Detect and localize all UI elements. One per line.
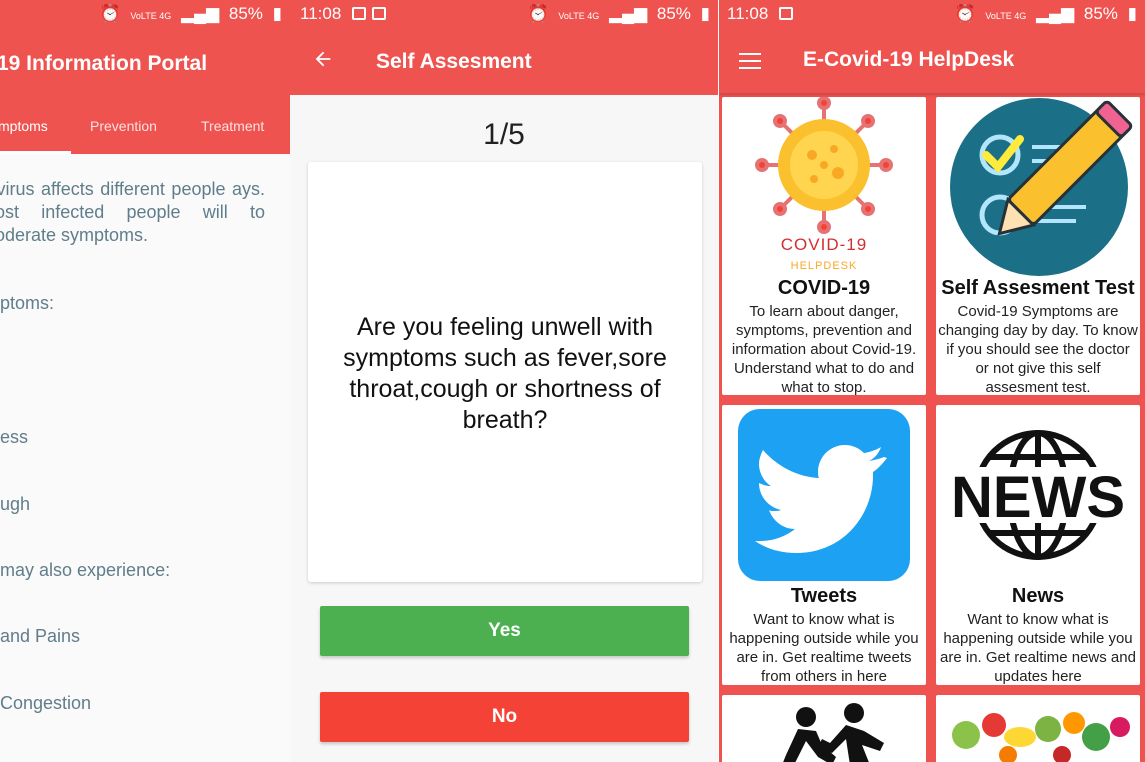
twitter-icon — [738, 409, 910, 581]
status-bar: 11:08 ⏰ VoLTE 4G ▂▄▆ 85% ▮ — [290, 0, 718, 30]
virus-icon — [755, 97, 893, 234]
runners-icon — [783, 703, 884, 762]
no-button[interactable]: No — [320, 692, 689, 742]
self-assessment-card[interactable]: Self Assesment Test Covid-19 Symptoms ar… — [936, 97, 1140, 395]
status-time: 11:08 — [300, 4, 342, 23]
status-bar: 11:08 ⏰ VoLTE 4G ▂▄▆ 85% ▮ — [719, 0, 1145, 30]
exercise-card[interactable] — [722, 695, 926, 762]
status-time: 11:08 — [727, 4, 769, 23]
tab-bar: mptoms Prevention Treatment — [0, 114, 290, 154]
helpdesk-home-screen: 11:08 ⏰ VoLTE 4G ▂▄▆ 85% ▮ E-Covid-19 He… — [719, 0, 1145, 762]
intro-paragraph: 9 virus affects different people ays. Mo… — [0, 179, 265, 245]
app-bar: E-Covid-19 HelpDesk — [719, 30, 1145, 93]
card-title: COVID-19 — [777, 277, 871, 299]
page-title: E-Covid-19 HelpDesk — [803, 48, 1015, 71]
covid-logo-text: COVID-19 — [780, 235, 868, 254]
symptom-item: ess — [0, 427, 29, 447]
symptoms-content: 9 virus affects different people ays. Mo… — [0, 154, 290, 762]
nutrition-card[interactable] — [936, 695, 1140, 762]
battery-icon: ▮ — [272, 4, 282, 23]
image-notification-icon — [352, 7, 366, 20]
symptom-item: Congestion — [0, 693, 92, 713]
information-portal-screen: ⏰ VoLTE 4G ▂▄▆ 85% ▮ -19 Information Por… — [0, 0, 290, 762]
battery-icon: ▮ — [1127, 4, 1137, 23]
battery-percent: 85% — [656, 4, 691, 23]
symptom-item: and Pains — [0, 626, 81, 646]
signal-icon: ▂▄▆ — [608, 4, 648, 23]
signal-icon: ▂▄▆ — [180, 4, 220, 23]
network-indicator: VoLTE 4G — [130, 11, 172, 21]
tweets-card[interactable]: Tweets Want to know what is happening ou… — [722, 405, 926, 685]
battery-percent: 85% — [1083, 4, 1118, 23]
tab-symptoms[interactable]: mptoms — [0, 118, 48, 134]
message-notification-icon — [372, 7, 386, 20]
battery-percent: 85% — [228, 4, 263, 23]
status-right: ⏰ VoLTE 4G ▂▄▆ 85% ▮ — [522, 4, 710, 24]
card-description: To learn about danger, symptoms, prevent… — [731, 303, 917, 395]
network-indicator: VoLTE 4G — [558, 11, 600, 21]
card-title: Tweets — [790, 585, 858, 607]
other-symptoms-heading: may also experience: — [0, 560, 171, 580]
card-title: Self Assesment Test — [941, 277, 1135, 299]
question-counter: 1/5 — [483, 118, 525, 151]
battery-icon: ▮ — [700, 4, 710, 23]
status-right: ⏰ VoLTE 4G ▂▄▆ 85% ▮ — [94, 4, 282, 24]
notification-icons — [779, 7, 799, 27]
news-card[interactable]: NEWS News Want to know what is happening… — [936, 405, 1140, 685]
covid-info-card[interactable]: COVID-19 HELPDESK COVID-19 To learn abou… — [722, 97, 926, 395]
question-card: Are you feeling unwell with symptoms suc… — [308, 162, 702, 582]
question-text: Are you feeling unwell with symptoms suc… — [343, 313, 667, 434]
notification-icons — [352, 7, 392, 27]
tab-prevention[interactable]: Prevention — [90, 118, 157, 134]
yes-button[interactable]: Yes — [320, 606, 689, 656]
self-assessment-screen: 11:08 ⏰ VoLTE 4G ▂▄▆ 85% ▮ Self Assesmen… — [290, 0, 718, 762]
status-bar: ⏰ VoLTE 4G ▂▄▆ 85% ▮ — [0, 0, 290, 30]
page-title: Self Assesment — [376, 50, 532, 73]
symptoms-heading: ptoms: — [0, 293, 55, 313]
network-indicator: VoLTE 4G — [985, 11, 1027, 21]
message-notification-icon — [779, 7, 793, 20]
tab-treatment[interactable]: Treatment — [201, 118, 264, 134]
back-arrow-icon[interactable] — [312, 48, 334, 70]
page-title: -19 Information Portal — [0, 52, 208, 75]
helpdesk-logo-text: HELPDESK — [790, 260, 858, 272]
news-logo-text: NEWS — [951, 465, 1125, 530]
alarm-icon: ⏰ — [99, 4, 121, 23]
app-bar: -19 Information Portal mptoms Prevention… — [0, 30, 290, 154]
card-title: News — [1011, 585, 1065, 607]
fruits-vegetables-icon — [952, 712, 1130, 762]
checklist-pencil-icon — [950, 98, 1133, 276]
status-right: ⏰ VoLTE 4G ▂▄▆ 85% ▮ — [949, 4, 1137, 24]
card-description: Covid-19 Symptoms are changing day by da… — [938, 303, 1138, 395]
symptom-item: ugh — [0, 494, 31, 514]
alarm-icon: ⏰ — [954, 4, 976, 23]
signal-icon: ▂▄▆ — [1035, 4, 1075, 23]
hamburger-menu-icon[interactable] — [739, 53, 761, 69]
news-globe-icon: NEWS — [942, 430, 1134, 560]
card-description: Want to know what is happening outside w… — [940, 611, 1136, 685]
alarm-icon: ⏰ — [527, 4, 549, 23]
card-description: Want to know what is happening outside w… — [729, 611, 919, 685]
app-bar: Self Assesment — [290, 30, 718, 95]
